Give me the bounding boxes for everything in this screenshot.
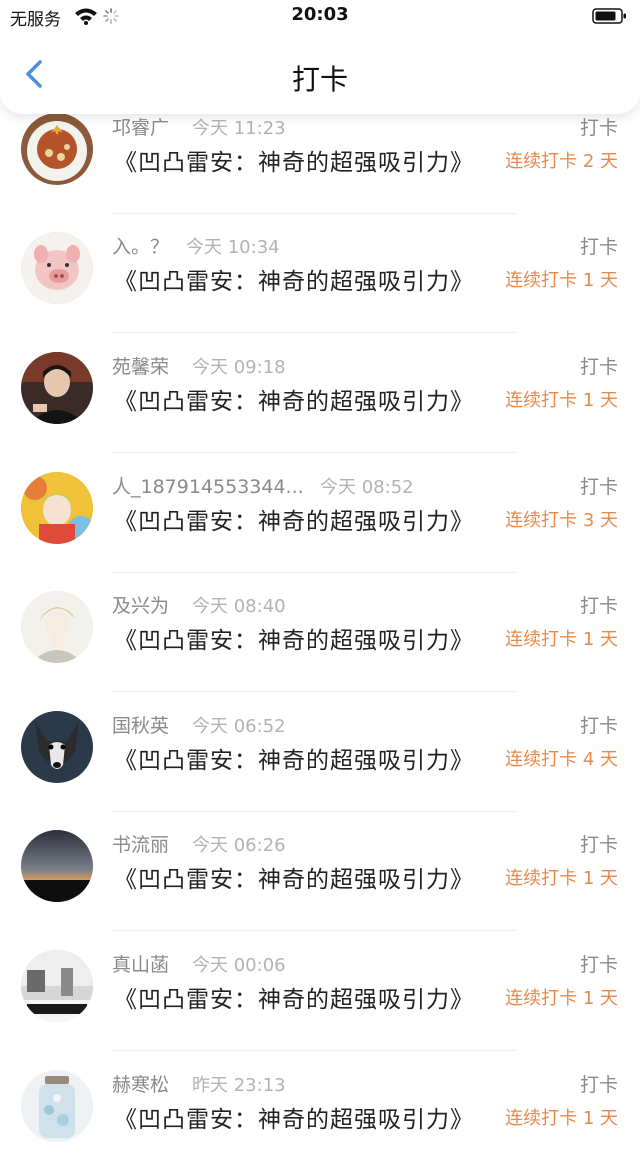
user-name[interactable]: 真山菡 bbox=[112, 950, 169, 977]
street-avatar[interactable] bbox=[21, 950, 93, 1022]
user-name[interactable]: 入。？ bbox=[112, 232, 169, 259]
jar-avatar[interactable] bbox=[21, 1070, 93, 1142]
checkin-time: 今天 06:52 bbox=[192, 716, 286, 737]
back-chevron-icon[interactable] bbox=[14, 52, 58, 96]
user-name[interactable]: 苑馨荣 bbox=[112, 352, 169, 379]
divider bbox=[112, 1050, 516, 1051]
divider bbox=[112, 930, 516, 931]
list-item[interactable]: 国秋英 今天 06:52 《凹凸雷安：神奇的超强吸引力》 打卡 连续打卡 4 天 bbox=[0, 693, 640, 813]
user-name[interactable]: 邛睿广 bbox=[112, 113, 169, 140]
streak-label: 连续打卡 1 天 bbox=[505, 629, 618, 650]
food-avatar[interactable] bbox=[21, 113, 93, 185]
page-title: 打卡 bbox=[291, 63, 348, 96]
checkin-time: 昨天 23:13 bbox=[192, 1075, 286, 1096]
book-title[interactable]: 《凹凸雷安：神奇的超强吸引力》 bbox=[114, 621, 474, 655]
user-name[interactable]: 赫寒松 bbox=[112, 1070, 169, 1097]
book-title[interactable]: 《凹凸雷安：神奇的超强吸引力》 bbox=[114, 502, 474, 536]
checkin-list[interactable]: 邛睿广 今天 11:23 《凹凸雷安：神奇的超强吸引力》 打卡 连续打卡 2 天… bbox=[0, 0, 640, 1142]
streak-label: 连续打卡 1 天 bbox=[505, 988, 618, 1009]
dog-avatar[interactable] bbox=[21, 711, 93, 783]
streak-label: 连续打卡 2 天 bbox=[505, 151, 618, 172]
action-label: 打卡 bbox=[579, 1074, 618, 1096]
anime-sketch-avatar[interactable] bbox=[21, 591, 93, 663]
user-name[interactable]: 人_187914553344... bbox=[112, 472, 304, 499]
checkin-time: 今天 08:52 bbox=[320, 477, 414, 498]
back-button[interactable] bbox=[14, 52, 58, 96]
book-title[interactable]: 《凹凸雷安：神奇的超强吸引力》 bbox=[114, 1100, 474, 1134]
checkin-time: 今天 09:18 bbox=[192, 357, 286, 378]
battery-icon bbox=[592, 7, 628, 29]
list-item[interactable]: 入。？ 今天 10:34 《凹凸雷安：神奇的超强吸引力》 打卡 连续打卡 1 天 bbox=[0, 214, 640, 334]
checkin-time: 今天 11:23 bbox=[192, 118, 286, 139]
book-title[interactable]: 《凹凸雷安：神奇的超强吸引力》 bbox=[114, 382, 474, 416]
clock: 20:03 bbox=[291, 4, 349, 25]
list-item[interactable]: 书流丽 今天 06:26 《凹凸雷安：神奇的超强吸引力》 打卡 连续打卡 1 天 bbox=[0, 812, 640, 932]
checkin-time: 今天 10:34 bbox=[186, 237, 280, 258]
checkin-time: 今天 06:26 bbox=[192, 835, 286, 856]
anime-colorful-avatar[interactable] bbox=[21, 472, 93, 544]
action-label: 打卡 bbox=[579, 117, 618, 139]
checkin-time: 今天 08:40 bbox=[192, 596, 286, 617]
streak-label: 连续打卡 4 天 bbox=[505, 749, 618, 770]
list-item[interactable]: 苑馨荣 今天 09:18 《凹凸雷安：神奇的超强吸引力》 打卡 连续打卡 1 天 bbox=[0, 334, 640, 454]
streak-label: 连续打卡 1 天 bbox=[505, 868, 618, 889]
streak-label: 连续打卡 1 天 bbox=[505, 390, 618, 411]
list-item[interactable]: 赫寒松 昨天 23:13 《凹凸雷安：神奇的超强吸引力》 打卡 连续打卡 1 天 bbox=[0, 1052, 640, 1172]
list-item[interactable]: 及兴为 今天 08:40 《凹凸雷安：神奇的超强吸引力》 打卡 连续打卡 1 天 bbox=[0, 573, 640, 693]
book-title[interactable]: 《凹凸雷安：神奇的超强吸引力》 bbox=[114, 143, 474, 177]
checkin-time: 今天 00:06 bbox=[192, 955, 286, 976]
book-title[interactable]: 《凹凸雷安：神奇的超强吸引力》 bbox=[114, 980, 474, 1014]
user-name[interactable]: 及兴为 bbox=[112, 591, 169, 618]
streak-label: 连续打卡 3 天 bbox=[505, 510, 618, 531]
action-label: 打卡 bbox=[579, 834, 618, 856]
action-label: 打卡 bbox=[579, 715, 618, 737]
person-avatar[interactable] bbox=[21, 352, 93, 424]
streak-label: 连续打卡 1 天 bbox=[505, 270, 618, 291]
divider bbox=[112, 691, 516, 692]
user-name[interactable]: 国秋英 bbox=[112, 711, 169, 738]
action-label: 打卡 bbox=[579, 356, 618, 378]
divider bbox=[112, 452, 516, 453]
book-title[interactable]: 《凹凸雷安：神奇的超强吸引力》 bbox=[114, 262, 474, 296]
action-label: 打卡 bbox=[579, 595, 618, 617]
navigation-bar: 打卡 bbox=[0, 34, 640, 114]
divider bbox=[112, 332, 516, 333]
action-label: 打卡 bbox=[579, 476, 618, 498]
user-name[interactable]: 书流丽 bbox=[112, 830, 169, 857]
book-title[interactable]: 《凹凸雷安：神奇的超强吸引力》 bbox=[114, 860, 474, 894]
book-title[interactable]: 《凹凸雷安：神奇的超强吸引力》 bbox=[114, 741, 474, 775]
list-item[interactable]: 真山菡 今天 00:06 《凹凸雷安：神奇的超强吸引力》 打卡 连续打卡 1 天 bbox=[0, 932, 640, 1052]
action-label: 打卡 bbox=[579, 954, 618, 976]
list-item[interactable]: 人_187914553344... 今天 08:52 《凹凸雷安：神奇的超强吸引… bbox=[0, 454, 640, 574]
status-bar: 无服务 20:03 bbox=[0, 0, 640, 34]
sunset-avatar[interactable] bbox=[21, 830, 93, 902]
action-label: 打卡 bbox=[579, 236, 618, 258]
pig-avatar[interactable] bbox=[21, 232, 93, 304]
streak-label: 连续打卡 1 天 bbox=[505, 1108, 618, 1129]
